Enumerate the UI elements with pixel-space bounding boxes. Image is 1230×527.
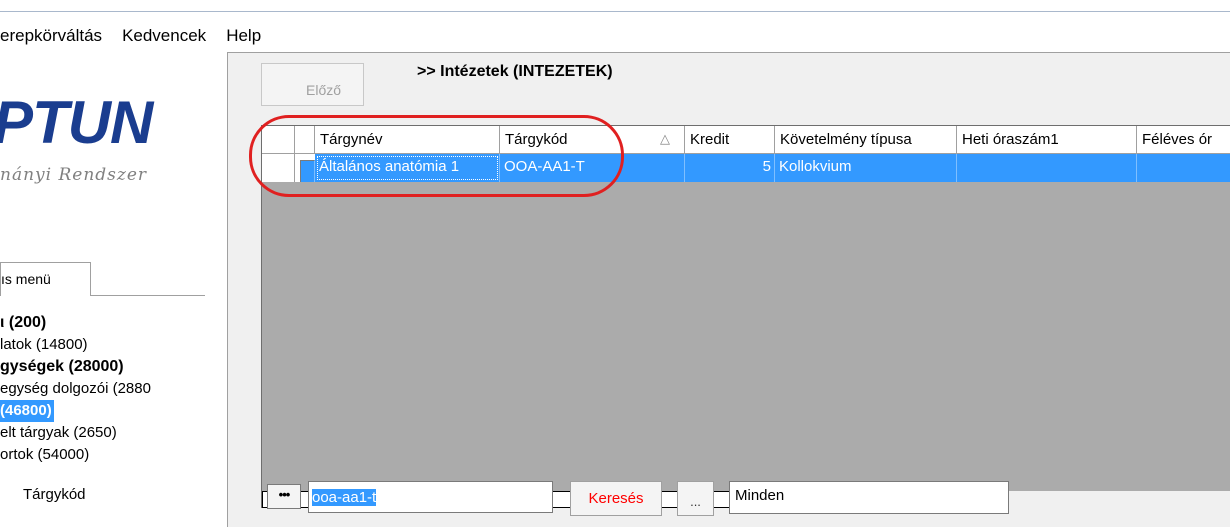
- left-menu-item[interactable]: ortok (54000): [0, 444, 205, 466]
- column-header-requirement-type[interactable]: Követelmény típusa: [775, 126, 957, 154]
- filter-select[interactable]: Minden: [729, 481, 1009, 514]
- left-menu-item[interactable]: elt tárgyak (2650): [0, 422, 205, 444]
- tab-divider: [91, 295, 205, 296]
- cell-subject-code[interactable]: OOA-AA1-T: [500, 154, 685, 182]
- grid-header-checkbox: [295, 126, 315, 154]
- subject-code-label: Tárgykód: [23, 486, 86, 503]
- previous-button[interactable]: Előző: [261, 63, 364, 106]
- logo-subtitle: nányi Rendszer: [0, 165, 148, 185]
- column-header-credit[interactable]: Kredit: [685, 126, 775, 154]
- cell-requirement-type[interactable]: Kollokvium: [775, 154, 957, 182]
- subjects-grid: Tárgynév Tárgykód △ Kredit Követelmény t…: [261, 125, 1230, 491]
- menu-item-role-switch[interactable]: erepkörváltás: [0, 26, 102, 46]
- table-row[interactable]: Általános anatómia 1 OOA-AA1-T 5 Kollokv…: [262, 154, 1230, 182]
- page-title: >> Intézetek (INTEZETEK): [417, 63, 613, 80]
- menu-item-favorites[interactable]: Kedvencek: [122, 26, 206, 46]
- main-content-pane: Előző >> Intézetek (INTEZETEK) Tárgynév …: [227, 52, 1230, 527]
- grid-header-rowselector: [262, 126, 295, 154]
- tab-main-menu[interactable]: ıs menü: [0, 262, 91, 296]
- window-top-border: [0, 0, 1230, 12]
- menu-bar: erepkörváltás Kedvencek Help: [0, 20, 281, 52]
- menu-item-help[interactable]: Help: [226, 26, 261, 46]
- ellipsis-button[interactable]: ...: [677, 481, 714, 516]
- left-menu-item-selected[interactable]: (46800): [0, 400, 205, 422]
- left-menu-item[interactable]: ι (200): [0, 312, 205, 334]
- column-header-subject-code[interactable]: Tárgykód: [500, 126, 650, 154]
- column-header-semester-hours[interactable]: Féléves ór: [1137, 126, 1230, 154]
- neptun-logo: PTUN: [0, 89, 153, 156]
- left-menu-item[interactable]: gységek (28000): [0, 356, 205, 378]
- column-header-weekly-hours[interactable]: Heti óraszám1: [957, 126, 1137, 154]
- left-menu-item[interactable]: latok (14800): [0, 334, 205, 356]
- cell-subject-name[interactable]: Általános anatómia 1: [315, 154, 500, 182]
- column-header-subject-name[interactable]: Tárgynév: [315, 126, 500, 154]
- left-menu-list: ι (200) latok (14800) gységek (28000) eg…: [0, 312, 205, 466]
- cell-semester-hours[interactable]: [1137, 154, 1230, 182]
- cell-credit[interactable]: 5: [685, 154, 775, 182]
- subject-code-input[interactable]: ooa-aa1-t: [308, 481, 553, 513]
- sort-ascending-icon[interactable]: △: [650, 126, 685, 154]
- row-checkbox[interactable]: [295, 154, 315, 182]
- cell-weekly-hours[interactable]: [957, 154, 1137, 182]
- more-options-icon[interactable]: •••: [267, 484, 301, 509]
- search-button[interactable]: Keresés: [570, 481, 662, 516]
- row-selector[interactable]: [262, 154, 295, 182]
- left-menu-item[interactable]: egység dolgozói (2880: [0, 378, 205, 400]
- grid-header: Tárgynév Tárgykód △ Kredit Követelmény t…: [262, 126, 1230, 154]
